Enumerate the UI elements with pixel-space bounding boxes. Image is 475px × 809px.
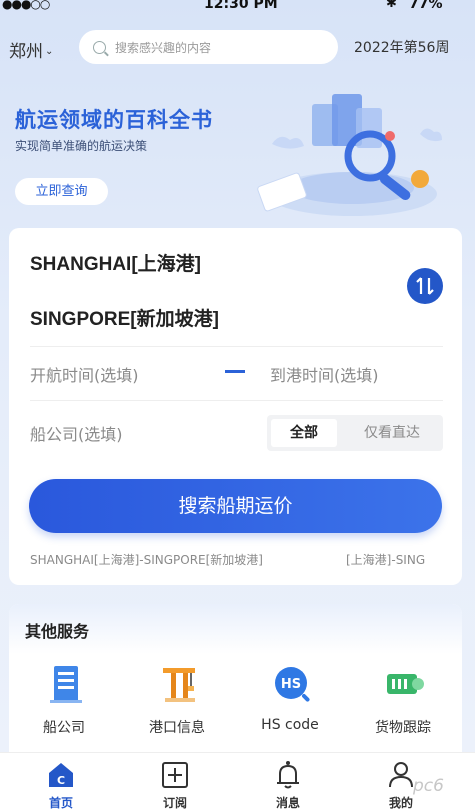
- origin-port[interactable]: SHANGHAI[上海港]: [30, 249, 201, 276]
- filter-all[interactable]: 全部: [271, 419, 337, 447]
- bottom-tab-bar: C 首页 订阅 消息 我的: [0, 752, 475, 809]
- route-search-card: SHANGHAI[上海港] SINGPORE[新加坡港] 开航时间(选填) 到港…: [9, 228, 462, 585]
- city-selector[interactable]: 郑州 ⌄: [9, 37, 53, 62]
- subscribe-icon: [162, 762, 188, 788]
- history-item[interactable]: [上海港]-SING: [346, 551, 425, 568]
- query-now-button[interactable]: 立即查询: [15, 178, 108, 205]
- service-label: 港口信息: [149, 720, 205, 736]
- carrier-field[interactable]: 船公司(选填): [30, 421, 123, 445]
- signal-indicator: ●●●○○: [2, 0, 50, 11]
- tab-label: 首页: [48, 796, 73, 809]
- crane-icon: [163, 668, 195, 702]
- cargo-track-icon: [387, 674, 424, 694]
- search-schedule-button[interactable]: 搜索船期运价: [29, 479, 442, 533]
- chevron-down-icon: ⌄: [45, 46, 54, 57]
- tab-label: 我的: [388, 796, 413, 809]
- banner-subtitle: 实现简单准确的航运决策: [15, 139, 148, 153]
- other-services-panel: 其他服务 船公司 港口信息 HS HS code 货物跟踪: [9, 604, 462, 764]
- city-label: 郑州: [9, 42, 43, 62]
- filter-direct-only[interactable]: 仅看直达: [345, 419, 439, 447]
- home-icon: C: [49, 763, 73, 787]
- tab-label: 订阅: [162, 796, 187, 809]
- service-label: 货物跟踪: [375, 720, 431, 736]
- bluetooth-icon: ✱: [386, 0, 397, 11]
- svg-text:C: C: [57, 774, 65, 787]
- search-bar[interactable]: 搜索感兴趣的内容: [79, 30, 338, 64]
- swap-icon: [416, 277, 434, 295]
- tab-messages[interactable]: 消息: [253, 753, 323, 809]
- tab-subscribe[interactable]: 订阅: [140, 753, 210, 809]
- service-hs-code[interactable]: HS HS code: [240, 662, 340, 742]
- search-icon: [93, 40, 106, 54]
- hero-banner[interactable]: 航运领域的百科全书 实现简单准确的航运决策 立即查询: [0, 84, 475, 224]
- service-cargo-tracking[interactable]: 货物跟踪: [353, 662, 453, 742]
- service-label: HS code: [261, 717, 319, 733]
- hs-code-icon: HS: [275, 667, 310, 702]
- route-type-toggle: 全部 仅看直达: [267, 415, 443, 451]
- banner-illustration: [257, 94, 442, 216]
- depart-date-field[interactable]: 开航时间(选填): [30, 362, 139, 386]
- top-bar: 郑州 ⌄ 搜索感兴趣的内容 2022年第56周: [0, 28, 475, 68]
- destination-port[interactable]: SINGPORE[新加坡港]: [30, 304, 219, 331]
- service-shipping-company[interactable]: 船公司: [14, 662, 114, 742]
- tab-home[interactable]: C 首页: [26, 753, 96, 809]
- date-range-dash: [225, 370, 245, 373]
- history-item[interactable]: SHANGHAI[上海港]-SINGPORE[新加坡港]: [30, 551, 263, 568]
- swap-ports-button[interactable]: [407, 268, 443, 304]
- divider: [30, 346, 443, 347]
- watermark-logo: pc6: [413, 776, 444, 796]
- service-port-info[interactable]: 港口信息: [127, 662, 227, 742]
- services-title: 其他服务: [25, 622, 90, 641]
- week-label: 2022年第56周: [354, 40, 450, 56]
- divider: [30, 400, 443, 401]
- tab-label: 消息: [275, 796, 300, 809]
- search-placeholder: 搜索感兴趣的内容: [115, 40, 212, 55]
- clock: 12:30 PM: [204, 0, 278, 12]
- service-label: 船公司: [43, 720, 85, 736]
- arrive-date-field[interactable]: 到港时间(选填): [270, 362, 379, 386]
- building-icon: [50, 666, 82, 703]
- battery-level: 77%: [409, 0, 443, 12]
- status-bar: ●●●○○ 12:30 PM ✱ 77%: [0, 0, 475, 14]
- banner-title: 航运领域的百科全书: [15, 108, 213, 132]
- svg-text:HS: HS: [281, 677, 301, 692]
- bell-icon: [277, 761, 299, 789]
